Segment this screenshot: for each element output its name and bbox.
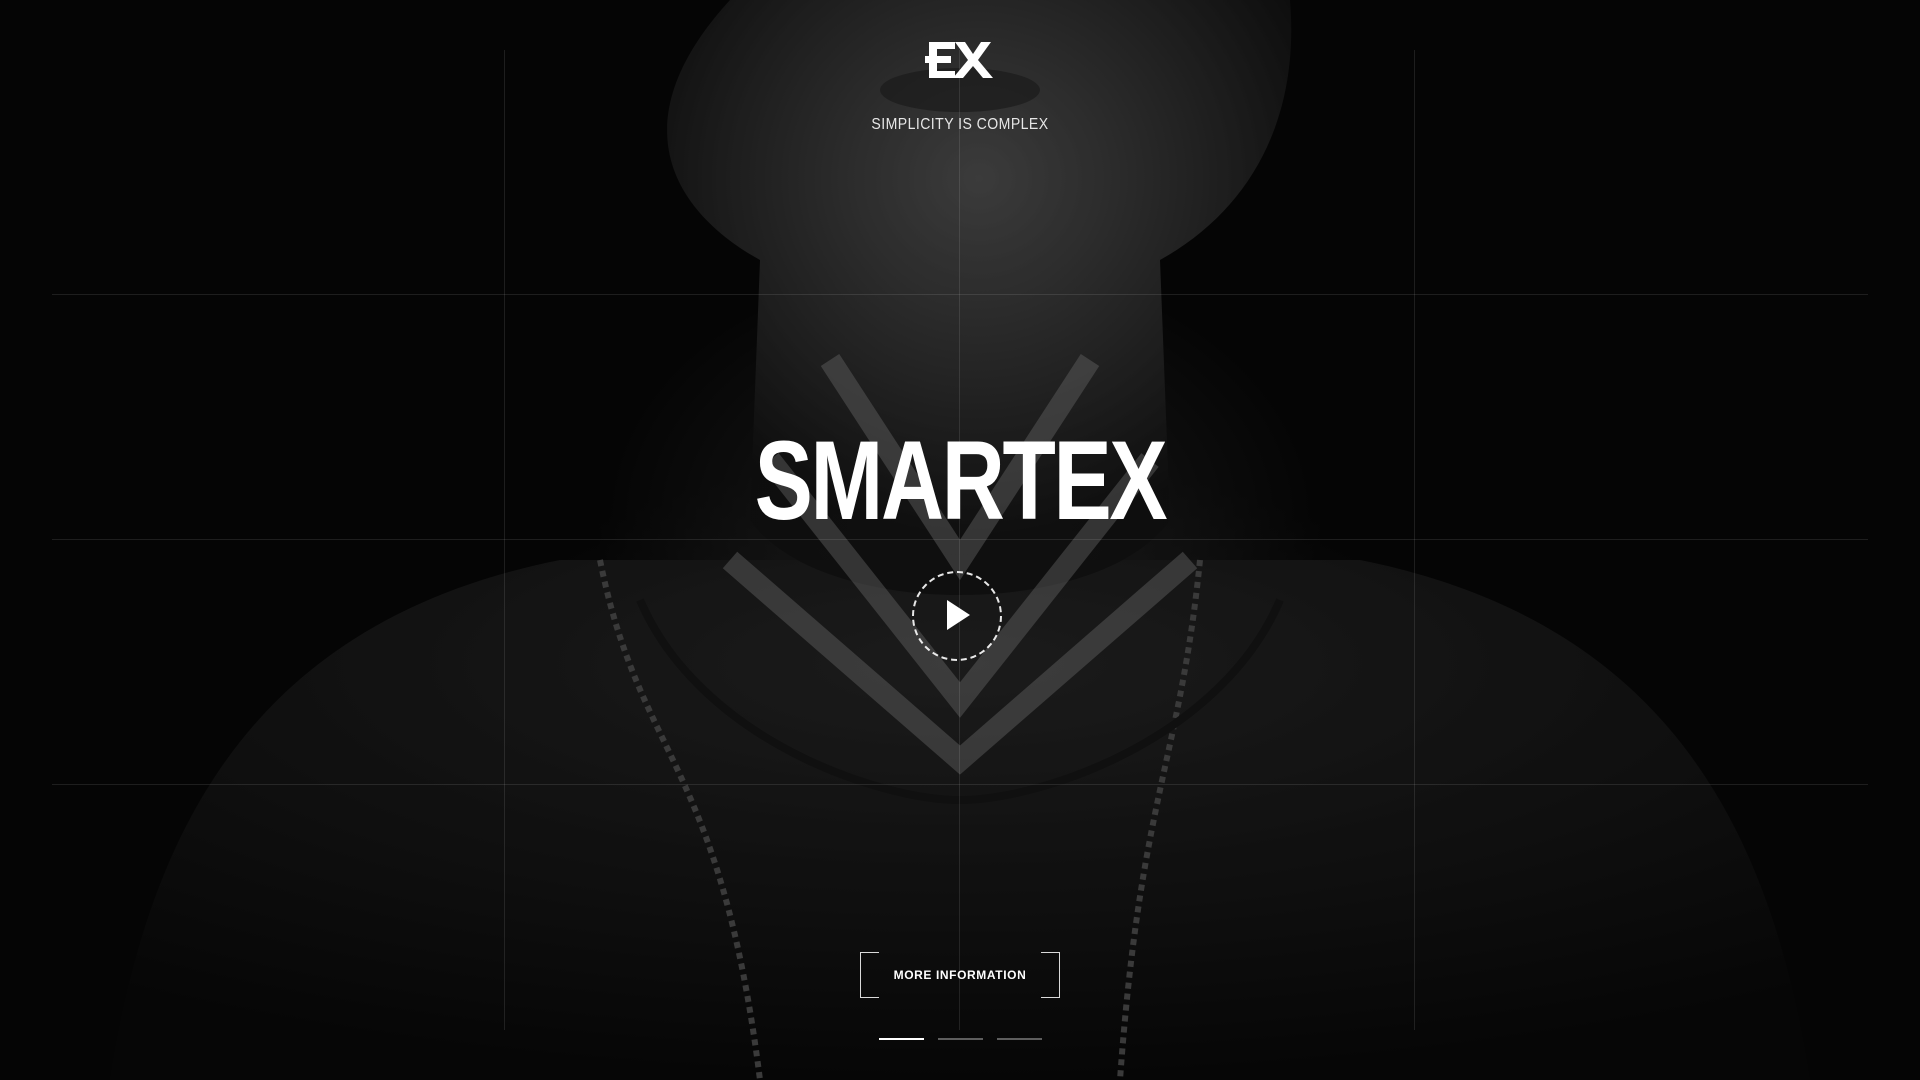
hero-title: SMARTEX (754, 418, 1168, 543)
slider-pagination (879, 1038, 1043, 1042)
slide-indicator-2[interactable] (938, 1038, 983, 1040)
play-video-button[interactable] (912, 571, 1002, 661)
more-information-button[interactable]: MORE INFORMATION (860, 952, 1060, 998)
grid-line (504, 50, 505, 1030)
grid-line (52, 784, 1868, 785)
play-icon (947, 600, 970, 630)
grid-line (52, 294, 1868, 295)
tagline: SIMPLICITY IS COMPLEX (871, 116, 1049, 133)
ex-logo-icon (925, 42, 993, 78)
grid-line (1414, 50, 1415, 1030)
more-information-label: MORE INFORMATION (893, 968, 1027, 982)
slide-indicator-1[interactable] (879, 1038, 924, 1040)
hero-section: SIMPLICITY IS COMPLEX SMARTEX MORE INFOR… (0, 0, 1920, 1080)
bracket-right (1041, 952, 1060, 998)
slide-indicator-3[interactable] (997, 1038, 1042, 1040)
logo[interactable] (925, 36, 995, 84)
